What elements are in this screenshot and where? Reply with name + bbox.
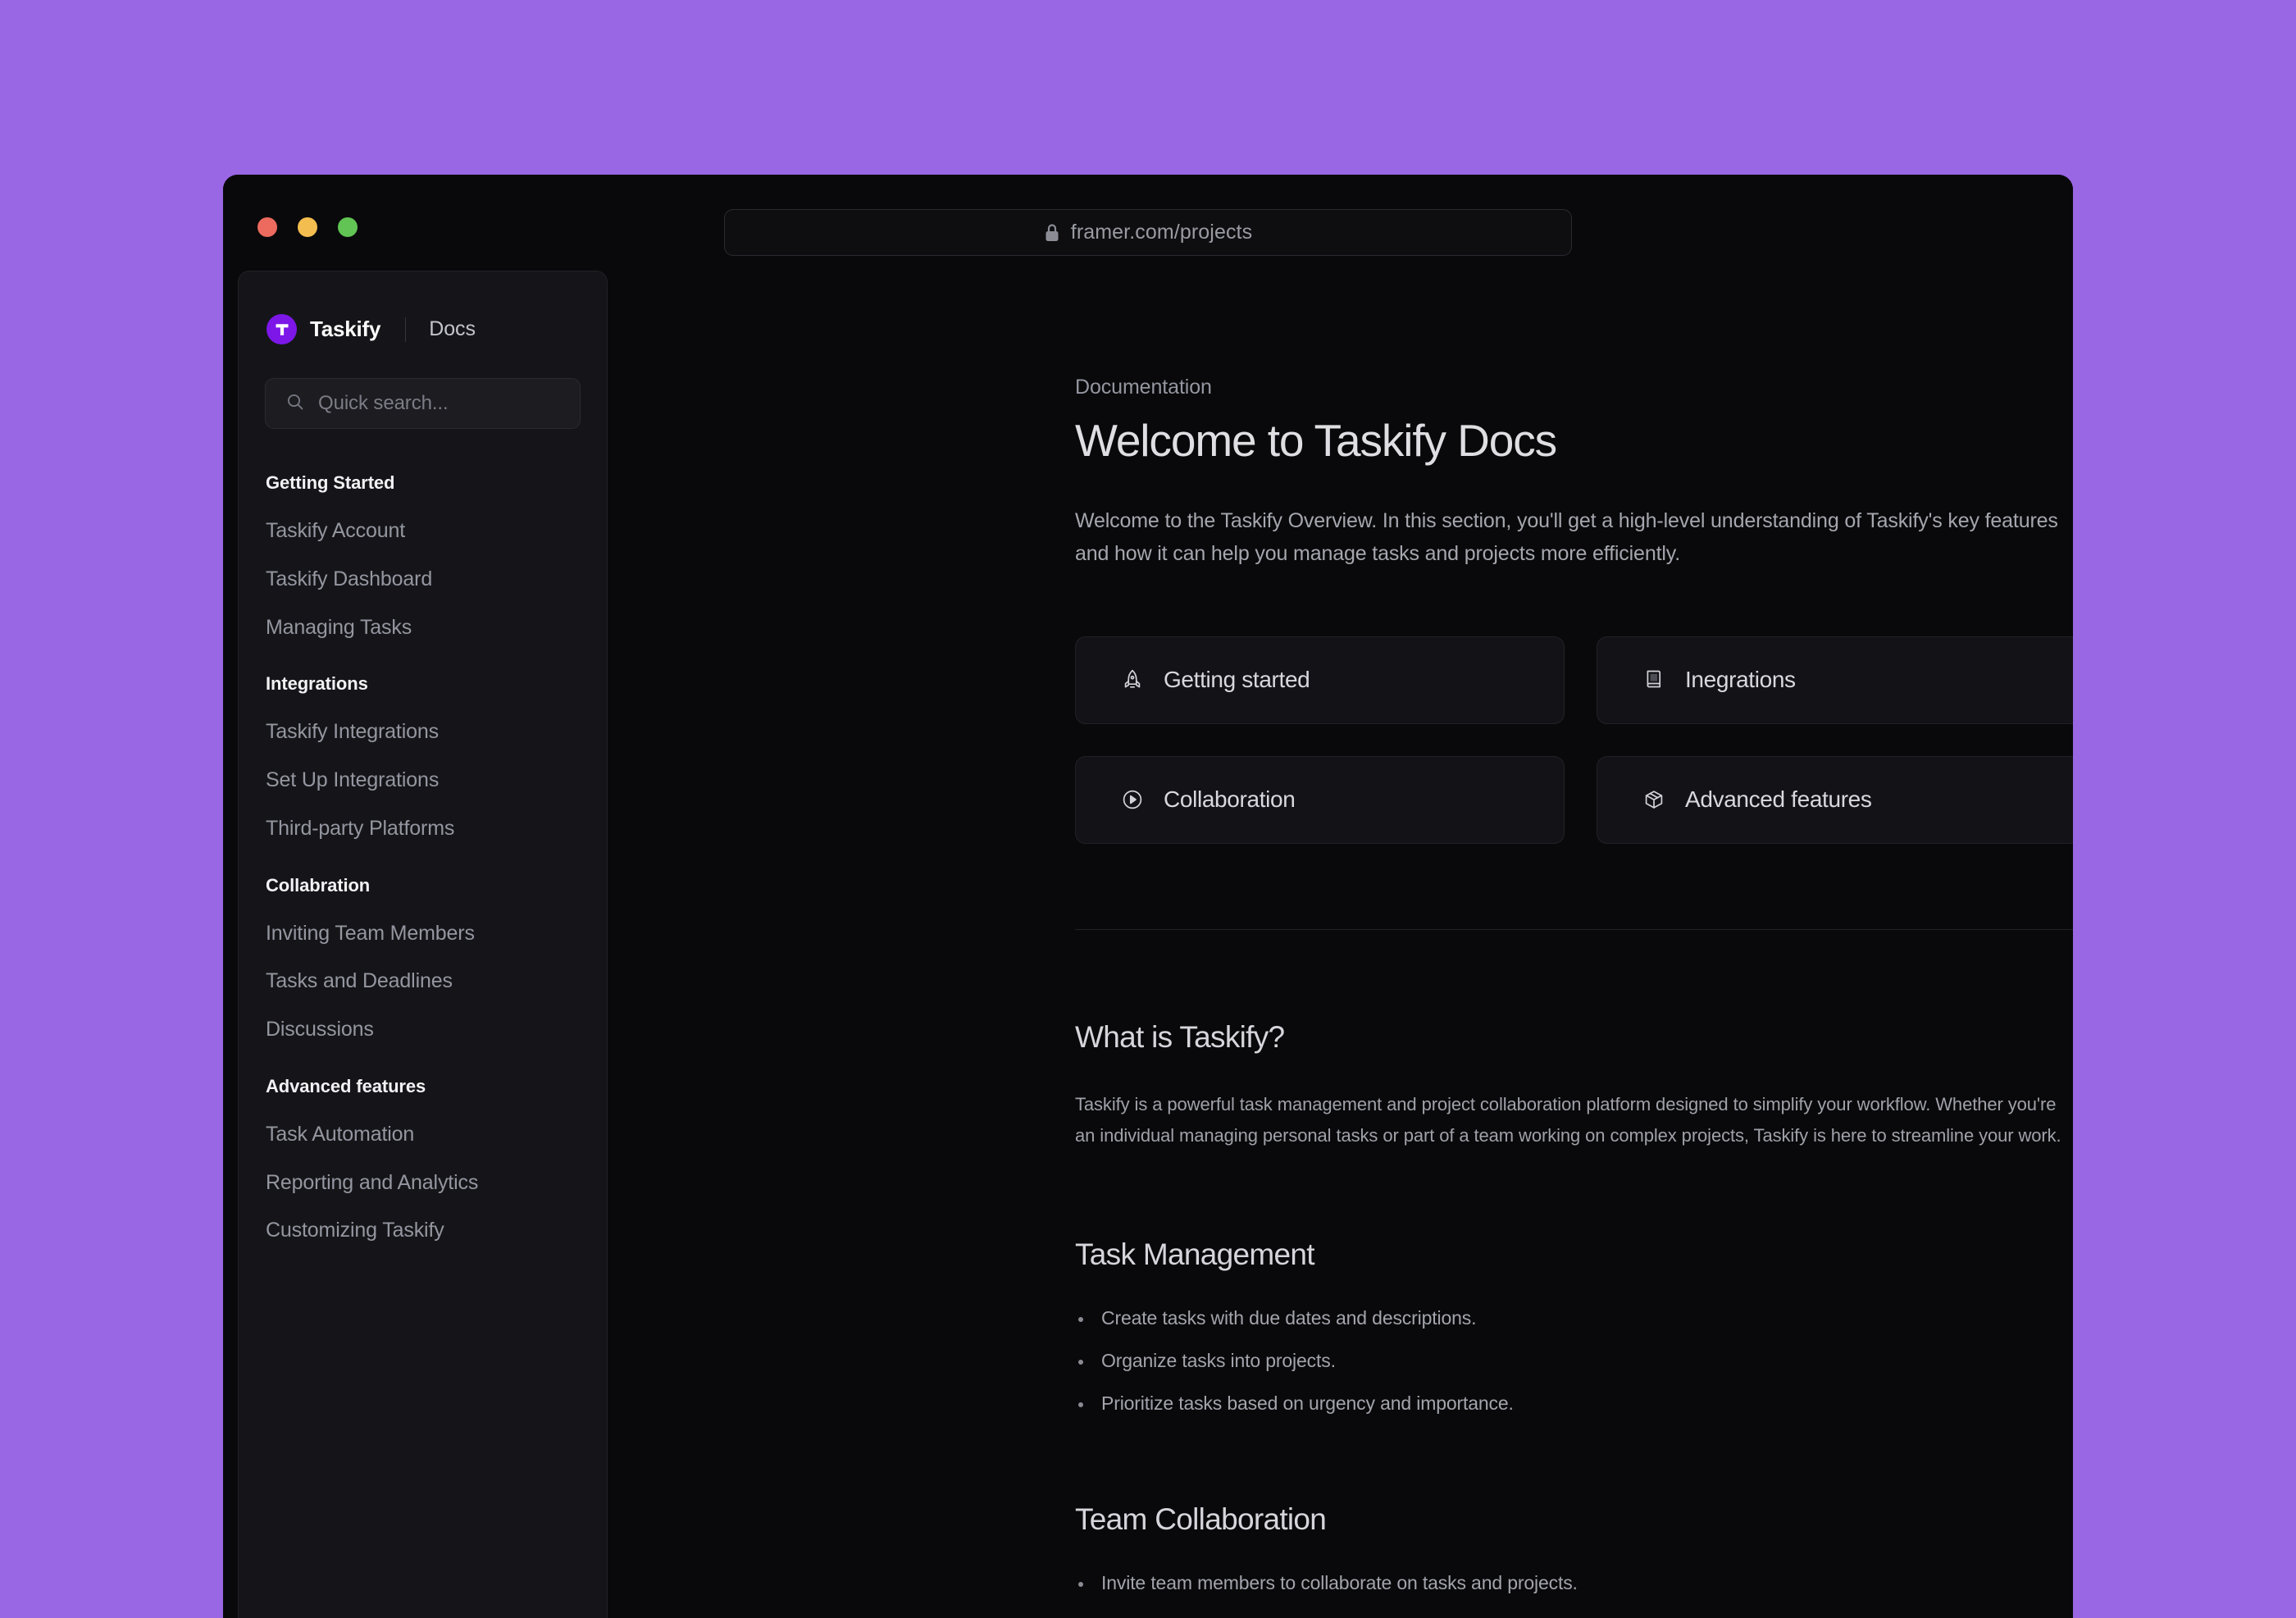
sidebar-item-taskify-dashboard[interactable]: Taskify Dashboard [265,567,581,591]
book-icon [1641,667,1667,693]
brand-name: Taskify [310,317,381,341]
box-icon [1641,786,1667,813]
breadcrumb: Documentation [1075,376,1212,399]
sidebar-item-inviting-team-members[interactable]: Inviting Team Members [265,922,581,946]
sidebar-item-third-party-platforms[interactable]: Third-party Platforms [265,817,581,841]
browser-body: Taskify Docs Quick search... Getting Sta… [223,271,2073,1618]
search-input[interactable]: Quick search... [265,378,581,429]
sidebar-item-customizing-taskify[interactable]: Customizing Taskify [265,1219,581,1242]
list-item: Organize tasks into projects. [1075,1349,2073,1374]
card-label: Collaboration [1164,786,1296,812]
nav-heading: Advanced features [266,1075,426,1096]
browser-chrome: framer.com/projects [223,175,2073,271]
section-team-collaboration: Team Collaboration Invite team members t… [1075,1502,2073,1596]
section-divider [1075,928,2073,930]
sidebar-item-managing-tasks[interactable]: Managing Tasks [265,616,581,640]
sidebar-item-taskify-account[interactable]: Taskify Account [265,519,581,543]
list-item: Prioritize tasks based on urgency and im… [1075,1392,2073,1416]
card-collaboration[interactable]: Collaboration [1075,755,1565,844]
docs-link[interactable]: Docs [429,317,476,341]
play-circle-icon [1119,786,1146,813]
nav-group-collabration: Collabration Inviting Team Members Tasks… [265,875,581,1041]
search-placeholder: Quick search... [318,392,449,414]
url-bar[interactable]: framer.com/projects [724,209,1572,256]
card-getting-started[interactable]: Getting started [1075,636,1565,724]
section-title: What is Taskify? [1075,1019,1285,1054]
traffic-lights [257,217,358,237]
nav-heading: Integrations [266,673,368,695]
section-title: Team Collaboration [1075,1502,1327,1536]
url-text: framer.com/projects [1070,221,1253,244]
section-what-is-taskify: What is Taskify? Taskify is a powerful t… [1075,1020,2073,1151]
sidebar-item-taskify-integrations[interactable]: Taskify Integrations [265,720,581,744]
section-task-management: Task Management Create tasks with due da… [1075,1237,2073,1416]
search-icon [285,392,305,416]
nav-group-integrations: Integrations Taskify Integrations Set Up… [265,673,581,840]
card-advanced-features[interactable]: Advanced features [1597,755,2073,844]
card-label: Getting started [1164,667,1310,692]
maximize-button[interactable] [338,217,358,237]
sidebar-brand-row: Taskify Docs [265,314,581,344]
nav-heading: Getting Started [266,472,395,493]
quick-link-cards: Getting started Inegrations Collaboratio… [1075,636,2073,844]
section-title: Task Management [1075,1237,1315,1271]
sidebar-item-tasks-and-deadlines[interactable]: Tasks and Deadlines [265,969,581,993]
bullet-list: Create tasks with due dates and descript… [1075,1306,2073,1416]
rocket-icon [1119,667,1146,693]
browser-window: framer.com/projects Taskify Docs Quick s… [223,175,2073,1618]
page-intro: Welcome to the Taskify Overview. In this… [1075,508,2058,566]
nav-group-getting-started: Getting Started Taskify Account Taskify … [265,472,581,639]
sidebar-item-discussions[interactable]: Discussions [265,1018,581,1041]
nav-group-advanced-features: Advanced features Task Automation Report… [265,1076,581,1242]
sidebar-item-set-up-integrations[interactable]: Set Up Integrations [265,768,581,792]
sidebar-item-task-automation[interactable]: Task Automation [265,1123,581,1146]
taskify-logo-icon [266,314,297,344]
card-label: Advanced features [1685,786,1872,812]
bullet-list: Invite team members to collaborate on ta… [1075,1571,2073,1596]
minimize-button[interactable] [298,217,317,237]
card-label: Inegrations [1685,667,1796,692]
nav-heading: Collabration [266,874,371,896]
section-paragraph: Taskify is a powerful task management an… [1075,1094,2061,1146]
sidebar: Taskify Docs Quick search... Getting Sta… [238,271,608,1618]
sidebar-item-reporting-and-analytics[interactable]: Reporting and Analytics [265,1171,581,1195]
main-content: Documentation Welcome to Taskify Docs We… [608,271,2073,1618]
close-button[interactable] [257,217,277,237]
lock-icon [1044,223,1060,243]
page-title: Welcome to Taskify Docs [1075,415,1557,466]
list-item: Invite team members to collaborate on ta… [1075,1571,2073,1596]
card-inegrations[interactable]: Inegrations [1597,636,2073,724]
list-item: Create tasks with due dates and descript… [1075,1306,2073,1331]
brand-divider [405,317,407,342]
